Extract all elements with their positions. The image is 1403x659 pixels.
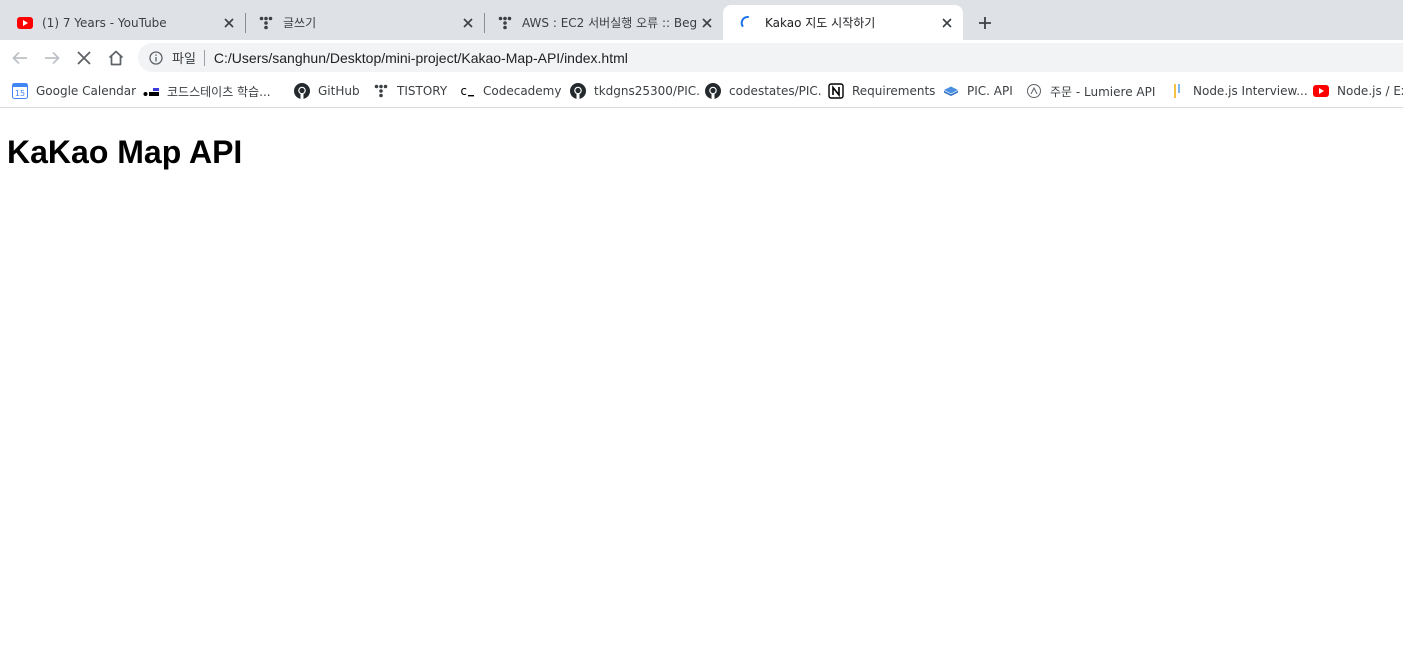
close-tab-icon[interactable] (460, 15, 476, 31)
bookmark-label: Node.js / Ex (1337, 84, 1403, 98)
back-button[interactable] (8, 46, 32, 70)
bookmark-github[interactable]: GitHub (294, 82, 360, 100)
chip-divider (203, 49, 205, 66)
bookmark-label: Node.js Interview... (1193, 84, 1308, 98)
arrow-right-icon (45, 51, 60, 65)
info-icon[interactable] (149, 50, 163, 65)
close-tab-icon[interactable] (699, 15, 715, 31)
bookmark-codestates[interactable]: 코드스테이츠 학습... (143, 82, 271, 100)
stop-icon (77, 51, 91, 65)
tab-title: Kakao 지도 시작하기 (765, 16, 876, 30)
arrow-left-icon (12, 51, 27, 65)
stop-loading-button[interactable] (72, 46, 96, 70)
bookmark-label: Requirements (852, 84, 936, 98)
notion-icon (828, 83, 844, 99)
svg-text:c: c (460, 84, 467, 98)
bookmark-tkdgns-pic[interactable]: tkdgns25300/PIC. (570, 82, 700, 100)
tab-youtube[interactable]: (1) 7 Years - YouTube (0, 5, 245, 40)
tab-title: 글쓰기 (283, 16, 317, 30)
bookmark-requirements[interactable]: Requirements (828, 82, 935, 100)
bookmark-nodejs-interview[interactable]: Node.js Interview... (1169, 82, 1308, 100)
bookmark-tistory[interactable]: TISTORY (373, 82, 447, 100)
tab-aws[interactable]: AWS : EC2 서버실행 오류 :: Beg (480, 5, 723, 40)
bookmarks-bar: 15 Google Calendar 코드스테이츠 학습... GitHub T… (0, 75, 1403, 108)
new-tab-button[interactable] (974, 12, 996, 34)
pic-api-icon (943, 83, 959, 99)
plus-icon (979, 17, 991, 29)
url-text[interactable]: C:/Users/sanghun/Desktop/mini-project/Ka… (214, 50, 628, 66)
lumiere-icon (1026, 83, 1042, 99)
google-calendar-icon: 15 (12, 83, 28, 99)
github-icon (294, 83, 310, 99)
tistory-icon (258, 15, 274, 31)
forward-button[interactable] (40, 46, 64, 70)
svg-text:15: 15 (15, 89, 25, 98)
bookmark-label: tkdgns25300/PIC. (594, 84, 700, 98)
tistory-icon (373, 83, 389, 99)
bookmark-label: PIC. API (967, 84, 1013, 98)
tab-kakao-map[interactable]: Kakao 지도 시작하기 (723, 5, 963, 40)
close-tab-icon[interactable] (221, 15, 237, 31)
bookmark-codecademy[interactable]: c Codecademy (459, 82, 561, 100)
bookmark-codestates-pic[interactable]: codestates/PIC. (705, 82, 822, 100)
address-bar[interactable]: 파일 C:/Users/sanghun/Desktop/mini-project… (138, 43, 1403, 72)
tistory-icon (497, 15, 513, 31)
nodejs-interview-icon (1169, 83, 1185, 99)
bookmark-nodejs-youtube[interactable]: Node.js / Ex (1313, 82, 1403, 100)
bookmark-google-calendar[interactable]: 15 Google Calendar (12, 82, 136, 100)
bookmark-pic-api[interactable]: PIC. API (943, 82, 1013, 100)
youtube-icon (17, 15, 33, 31)
page-content: KaKao Map API (0, 109, 1403, 659)
bookmark-label: 코드스테이츠 학습... (167, 84, 271, 99)
bookmark-label: codestates/PIC. (729, 84, 822, 98)
bookmark-lumiere-api[interactable]: 주문 - Lumiere API (1026, 82, 1155, 100)
youtube-icon (1313, 83, 1329, 99)
bookmark-label: 주문 - Lumiere API (1050, 84, 1156, 99)
close-tab-icon[interactable] (939, 15, 955, 31)
tab-strip: (1) 7 Years - YouTube 글쓰기 AWS : EC2 서버실행… (0, 0, 1403, 40)
bookmark-label: GitHub (318, 84, 360, 98)
home-icon (108, 50, 124, 66)
codecademy-icon: c (459, 83, 475, 99)
scheme-chip[interactable]: 파일 (172, 48, 196, 67)
page-title: KaKao Map API (7, 134, 243, 170)
toolbar: 파일 C:/Users/sanghun/Desktop/mini-project… (0, 40, 1403, 75)
tab-title: (1) 7 Years - YouTube (42, 15, 167, 30)
github-icon (570, 83, 586, 99)
tab-title: AWS : EC2 서버실행 오류 :: Beg (522, 16, 698, 30)
bookmark-label: Google Calendar (36, 84, 137, 98)
loading-icon (740, 15, 756, 31)
tab-write[interactable]: 글쓰기 (241, 5, 484, 40)
github-icon (705, 83, 721, 99)
bookmark-label: TISTORY (397, 84, 448, 98)
home-button[interactable] (104, 46, 128, 70)
codestates-icon (143, 83, 159, 99)
bookmark-label: Codecademy (483, 84, 562, 98)
